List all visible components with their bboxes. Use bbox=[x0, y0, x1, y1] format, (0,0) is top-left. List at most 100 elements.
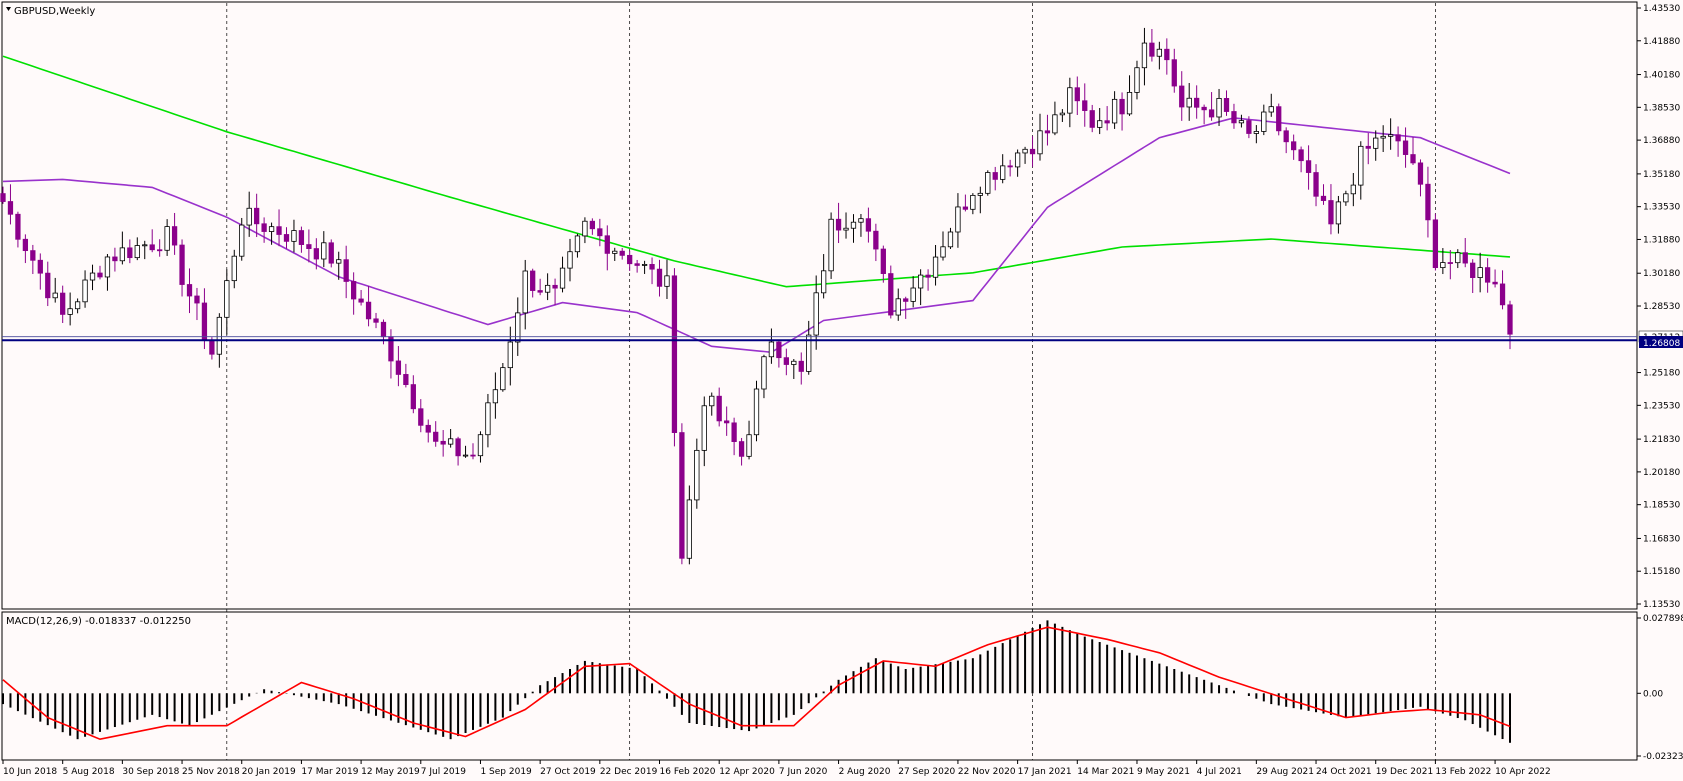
candle-body-bear bbox=[194, 295, 200, 304]
candle-body-bull bbox=[955, 206, 961, 233]
price-tick-label: 1.33530 bbox=[1643, 203, 1680, 213]
candle-body-bear bbox=[0, 193, 6, 202]
candle-body-bear bbox=[865, 218, 872, 232]
candle-body-bull bbox=[567, 251, 573, 269]
candle-body-bull bbox=[858, 218, 864, 223]
price-tick-label: 1.40180 bbox=[1643, 71, 1680, 81]
price-tick-label: 1.18530 bbox=[1643, 501, 1680, 511]
candle-body-bull bbox=[216, 316, 222, 355]
macd-tick-label: -0.023232 bbox=[1643, 752, 1683, 762]
candle-body-bear bbox=[1194, 97, 1200, 108]
time-tick-label: 27 Sep 2020 bbox=[898, 767, 955, 777]
candle-body-bear bbox=[470, 454, 476, 457]
time-tick-label: 5 Aug 2018 bbox=[63, 767, 115, 777]
chart-canvas[interactable]: 1.43530 1.41880 1.40180 1.38530 1.36880 1.351… bbox=[0, 0, 1683, 781]
candle-body-bear bbox=[537, 290, 543, 293]
candle-body-bear bbox=[1365, 145, 1371, 149]
candle-body-bear bbox=[1492, 281, 1498, 285]
candle-body-bear bbox=[403, 374, 409, 385]
price-tick-label: 1.41880 bbox=[1643, 37, 1680, 47]
candle-body-bull bbox=[477, 434, 484, 457]
candle-body-bull bbox=[1373, 137, 1379, 149]
candle-body-bear bbox=[1246, 120, 1252, 134]
candle-body-bull bbox=[522, 270, 528, 314]
candle-body-bull bbox=[224, 280, 230, 318]
candle-body-bull bbox=[1261, 111, 1267, 132]
candle-body-bear bbox=[37, 259, 43, 274]
candle-body-bull bbox=[709, 395, 715, 407]
candle-body-bear bbox=[835, 218, 842, 231]
time-tick-label: 22 Nov 2020 bbox=[958, 767, 1016, 777]
candle-body-bear bbox=[1499, 283, 1506, 306]
candle-body-bear bbox=[627, 254, 633, 265]
candle-body-bull bbox=[768, 341, 775, 358]
candle-body-bear bbox=[1328, 200, 1334, 225]
candle-body-bull bbox=[515, 312, 521, 343]
candle-body-bull bbox=[694, 449, 700, 501]
candle-body-bull bbox=[932, 256, 939, 278]
time-tick-label: 9 May 2021 bbox=[1137, 767, 1190, 777]
candle-body-bull bbox=[246, 207, 252, 226]
time-tick-label: 16 Feb 2020 bbox=[660, 767, 716, 777]
candle-body-bear bbox=[358, 298, 364, 303]
candle-body-bear bbox=[1320, 195, 1327, 201]
candle-body-bear bbox=[328, 242, 334, 264]
candle-body-bear bbox=[45, 272, 51, 299]
candle-body-bull bbox=[701, 405, 707, 451]
candle-body-bull bbox=[574, 235, 581, 253]
candle-body-bear bbox=[880, 248, 886, 274]
candle-body-bear bbox=[925, 274, 931, 278]
candle bbox=[828, 212, 834, 279]
candle-body-bear bbox=[597, 228, 603, 237]
candle-body-bull bbox=[1335, 201, 1342, 225]
candle-body-bull bbox=[1343, 193, 1349, 203]
time-tick-label: 22 Dec 2019 bbox=[600, 767, 658, 777]
candle-body-bull bbox=[612, 250, 618, 254]
time-tick-label: 7 Jul 2019 bbox=[421, 767, 466, 777]
time-tick-label: 20 Jan 2019 bbox=[242, 767, 296, 777]
candle-body-bear bbox=[888, 273, 894, 316]
candle-body-bear bbox=[1417, 162, 1424, 185]
price-tick-label: 1.16830 bbox=[1643, 534, 1680, 544]
candle-body-bear bbox=[1164, 48, 1170, 61]
candle-body-bull bbox=[970, 194, 976, 210]
candle-body-bear bbox=[112, 256, 118, 262]
candle-body-bull bbox=[500, 367, 506, 391]
price-tick-label: 1.31880 bbox=[1643, 235, 1680, 245]
candle-body-bear bbox=[634, 263, 640, 266]
candle-body-bear bbox=[1298, 149, 1304, 162]
candle-body-bear bbox=[313, 248, 319, 260]
time-tick-label: 30 Sep 2018 bbox=[122, 767, 179, 777]
candle-body-bear bbox=[97, 272, 103, 278]
candle-body-bear bbox=[276, 226, 282, 235]
time-tick-label: 17 Jan 2021 bbox=[1018, 767, 1072, 777]
candle bbox=[1432, 213, 1439, 271]
time-tick-label: 2 Aug 2020 bbox=[839, 767, 891, 777]
time-tick-label: 12 Apr 2020 bbox=[719, 767, 775, 777]
candle-body-bear bbox=[552, 284, 558, 289]
candle-body-bull bbox=[1358, 145, 1364, 186]
candle-body-bear bbox=[1074, 87, 1080, 102]
candle-body-bull bbox=[895, 298, 901, 316]
candle-body-bear bbox=[1432, 219, 1439, 269]
macd-pane-frame[interactable] bbox=[1, 611, 1638, 761]
level-price-label: 1.26808 bbox=[1643, 339, 1680, 349]
candle-body-bear bbox=[410, 384, 416, 410]
candle-body-bear bbox=[1231, 111, 1237, 124]
candle-body-bull bbox=[1022, 148, 1028, 154]
candle-body-bull bbox=[1350, 184, 1356, 195]
price-tick-label: 1.36880 bbox=[1643, 136, 1680, 146]
main-pane-frame[interactable] bbox=[1, 1, 1638, 610]
candle-body-bull bbox=[291, 230, 297, 242]
candle-body-bull bbox=[485, 402, 491, 436]
candle-body-bear bbox=[619, 250, 625, 256]
price-tick-label: 1.23530 bbox=[1643, 401, 1680, 411]
candle-body-bull bbox=[985, 172, 991, 194]
candle bbox=[671, 268, 678, 447]
candle-body-bear bbox=[798, 360, 804, 372]
candle bbox=[985, 170, 991, 196]
candle-body-bear bbox=[731, 422, 737, 442]
candle-body-bear bbox=[1082, 100, 1088, 111]
candle-body-bull bbox=[843, 227, 849, 231]
candle-body-bear bbox=[738, 441, 745, 457]
